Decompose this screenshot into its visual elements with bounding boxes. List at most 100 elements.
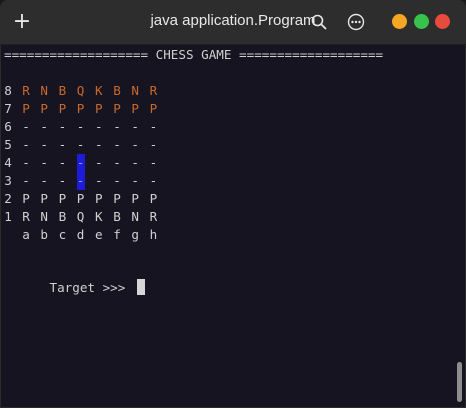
square-e1: K xyxy=(95,209,103,224)
file-label-a: a xyxy=(22,227,30,242)
square-c4: - xyxy=(58,155,67,170)
square-c1: B xyxy=(58,209,67,224)
rank-label: 7 xyxy=(4,101,12,116)
rank-label: 3 xyxy=(4,173,12,188)
square-b5: - xyxy=(40,137,48,152)
square-b8: N xyxy=(40,83,48,98)
board-rank-8: 8RNBQKBNR xyxy=(4,82,174,100)
title-bar: + java application.Program xyxy=(0,0,466,45)
square-a5: - xyxy=(22,137,30,152)
board-rank-1: 1RNBQKBNR xyxy=(4,208,174,226)
square-c5: - xyxy=(58,137,67,152)
rank-label: 8 xyxy=(4,83,12,98)
square-f2: P xyxy=(113,191,121,206)
square-c6: - xyxy=(58,119,67,134)
square-h1: R xyxy=(149,209,158,224)
square-e8: K xyxy=(95,83,103,98)
file-label-c: c xyxy=(58,227,67,242)
square-h8: R xyxy=(149,83,158,98)
rank-label: 2 xyxy=(4,191,12,206)
terminal-output[interactable]: =================== CHESS GAME =========… xyxy=(0,45,466,408)
board-rank-4: 4-------- xyxy=(4,154,174,172)
file-label-e: e xyxy=(95,227,103,242)
square-a8: R xyxy=(22,83,30,98)
plus-icon: + xyxy=(12,9,32,34)
square-a6: - xyxy=(22,119,30,134)
square-c8: B xyxy=(58,83,67,98)
square-e5: - xyxy=(95,137,103,152)
board-rank-3: 3-------- xyxy=(4,172,174,190)
board-rank-2: 2PPPPPPPP xyxy=(4,190,174,208)
menu-button[interactable] xyxy=(340,6,372,38)
square-g4: - xyxy=(131,155,139,170)
square-g6: - xyxy=(131,119,139,134)
text-cursor xyxy=(136,279,145,295)
square-g7: P xyxy=(131,101,139,116)
square-c2: P xyxy=(58,191,67,206)
square-g8: N xyxy=(131,83,139,98)
prompt-label: Target >>> xyxy=(49,280,133,295)
square-a7: P xyxy=(22,101,30,116)
minimize-button[interactable] xyxy=(392,14,407,29)
maximize-button[interactable] xyxy=(414,14,429,29)
square-e2: P xyxy=(95,191,103,206)
file-label-f: f xyxy=(113,227,121,242)
square-f5: - xyxy=(113,137,121,152)
rank-label: 1 xyxy=(4,209,12,224)
square-d8: Q xyxy=(76,83,85,98)
square-b4: - xyxy=(40,155,48,170)
square-f6: - xyxy=(113,119,121,134)
square-d3: - xyxy=(76,172,85,190)
square-e7: P xyxy=(95,101,103,116)
square-e6: - xyxy=(95,119,103,134)
close-button[interactable] xyxy=(435,14,450,29)
file-label-d: d xyxy=(76,227,85,242)
square-g5: - xyxy=(131,137,139,152)
square-e4: - xyxy=(95,155,103,170)
square-d2: P xyxy=(76,191,85,206)
file-label-b: b xyxy=(40,227,48,242)
square-a1: R xyxy=(22,209,30,224)
input-prompt[interactable]: Target >>> xyxy=(4,261,145,295)
square-a4: - xyxy=(22,155,30,170)
kebab-menu-icon xyxy=(347,13,365,31)
square-d5: - xyxy=(76,137,85,152)
square-h2: P xyxy=(149,191,158,206)
square-g1: N xyxy=(131,209,139,224)
square-b2: P xyxy=(40,191,48,206)
square-g3: - xyxy=(131,173,139,188)
square-b3: - xyxy=(40,173,48,188)
square-g2: P xyxy=(131,191,139,206)
board-rank-5: 5-------- xyxy=(4,136,174,154)
rank-label: 4 xyxy=(4,155,12,170)
rank-label: 6 xyxy=(4,119,12,134)
square-b7: P xyxy=(40,101,48,116)
square-f4: - xyxy=(113,155,121,170)
rank-label: 5 xyxy=(4,137,12,152)
square-f7: P xyxy=(113,101,121,116)
file-labels: abcdefgh xyxy=(4,226,174,244)
square-c3: - xyxy=(58,173,67,188)
game-header: =================== CHESS GAME =========… xyxy=(4,47,384,62)
square-h7: P xyxy=(149,101,158,116)
search-button[interactable] xyxy=(303,6,335,38)
new-tab-button[interactable]: + xyxy=(6,6,38,38)
square-d1: Q xyxy=(76,209,85,224)
square-d6: - xyxy=(76,119,85,134)
search-icon xyxy=(311,14,327,30)
square-e3: - xyxy=(95,173,103,188)
square-f3: - xyxy=(113,173,121,188)
square-h5: - xyxy=(149,137,158,152)
square-h6: - xyxy=(149,119,158,134)
file-label-h: h xyxy=(149,227,158,242)
square-f8: B xyxy=(113,83,121,98)
board-rank-7: 7PPPPPPPP xyxy=(4,100,174,118)
square-a2: P xyxy=(22,191,30,206)
square-h4: - xyxy=(149,155,158,170)
board-rank-6: 6-------- xyxy=(4,118,174,136)
scrollbar[interactable] xyxy=(457,362,462,402)
square-d7: P xyxy=(76,101,85,116)
square-d4: - xyxy=(76,154,85,172)
square-b1: N xyxy=(40,209,48,224)
terminal-window: + java application.Program =============… xyxy=(0,0,466,408)
